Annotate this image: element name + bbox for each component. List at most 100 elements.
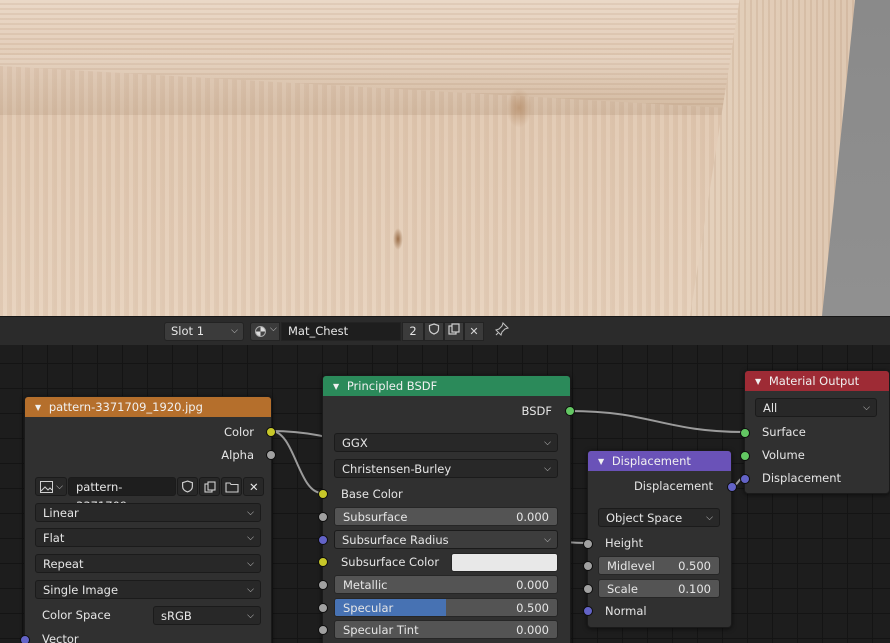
node-title: Principled BSDF — [346, 379, 438, 393]
field-label: Subsurface — [343, 510, 408, 524]
material-name-field[interactable]: Mat_Chest — [281, 322, 401, 341]
chevron-down-icon: ⌵ — [706, 513, 713, 523]
subsurface-method-value: Christensen-Burley — [342, 462, 452, 476]
collapse-triangle-icon[interactable]: ▼ — [755, 372, 761, 392]
node-header[interactable]: ▼ Principled BSDF — [323, 376, 570, 396]
projection-dropdown[interactable]: Flat ⌵ — [35, 528, 261, 547]
node-header[interactable]: ▼ Displacement — [588, 451, 731, 471]
space-dropdown[interactable]: Object Space ⌵ — [598, 508, 720, 527]
specular-field[interactable]: Specular 0.500 — [334, 598, 558, 617]
input-specular-tint-socket[interactable] — [318, 625, 328, 635]
input-surface-socket[interactable] — [740, 428, 750, 438]
field-label: Scale — [607, 582, 638, 596]
chevron-down-icon: ⌵ — [270, 324, 277, 334]
input-specular-socket[interactable] — [318, 603, 328, 613]
field-value: 0.100 — [678, 582, 711, 596]
material-slot-dropdown[interactable]: Slot 1 ⌵ — [164, 322, 244, 341]
input-volume-socket[interactable] — [740, 451, 750, 461]
image-texture-node[interactable]: ▼ pattern-3371709_1920.jpg Color Alpha ⌵… — [20, 396, 276, 643]
input-subsurface-radius-socket[interactable] — [318, 535, 328, 545]
input-base-color-socket[interactable] — [318, 489, 328, 499]
specular-tint-field[interactable]: Specular Tint 0.000 — [334, 620, 558, 639]
distribution-dropdown[interactable]: GGX ⌵ — [334, 433, 558, 452]
browse-material-button[interactable]: ⌵ — [250, 322, 280, 341]
node-title: Displacement — [611, 454, 691, 468]
input-displacement-label: Displacement — [762, 471, 842, 485]
input-subsurface-color-socket[interactable] — [318, 557, 328, 567]
wood-knot — [393, 228, 403, 250]
scale-field[interactable]: Scale 0.100 — [598, 579, 720, 598]
node-editor-header: Slot 1 ⌵ ⌵ Mat_Chest 2 ✕ — [0, 316, 890, 346]
input-subsurface-socket[interactable] — [318, 512, 328, 522]
open-image-button[interactable] — [221, 477, 242, 496]
output-alpha-socket[interactable] — [266, 450, 276, 460]
node-header[interactable]: ▼ Material Output — [745, 371, 889, 391]
close-icon: ✕ — [249, 480, 259, 494]
interpolation-dropdown[interactable]: Linear ⌵ — [35, 503, 261, 522]
output-displacement-socket[interactable] — [727, 482, 737, 492]
node-editor-canvas[interactable]: ▼ pattern-3371709_1920.jpg Color Alpha ⌵… — [0, 345, 890, 643]
chevron-down-icon: ⌵ — [247, 611, 254, 621]
input-vector-socket[interactable] — [20, 635, 30, 643]
field-value: 0.500 — [678, 559, 711, 573]
subsurface-color-swatch[interactable] — [451, 553, 558, 572]
node-title: Material Output — [768, 374, 860, 388]
color-space-dropdown[interactable]: sRGB ⌵ — [153, 606, 261, 625]
input-metallic-socket[interactable] — [318, 580, 328, 590]
chevron-down-icon: ⌵ — [863, 403, 870, 413]
image-browse-button[interactable]: ⌵ — [35, 477, 67, 496]
node-title: pattern-3371709_1920.jpg — [48, 400, 203, 414]
input-height-label: Height — [605, 536, 644, 550]
displacement-node[interactable]: ▼ Displacement Displacement Object Space… — [583, 450, 737, 628]
extension-value: Repeat — [43, 557, 84, 571]
material-output-node[interactable]: ▼ Material Output All ⌵ Surface Volume Di… — [740, 370, 890, 494]
subsurface-radius-dropdown[interactable]: Subsurface Radius ⌵ — [334, 530, 558, 549]
unlink-material-button[interactable]: ✕ — [464, 322, 484, 341]
midlevel-field[interactable]: Midlevel 0.500 — [598, 556, 720, 575]
metallic-field[interactable]: Metallic 0.000 — [334, 575, 558, 594]
collapse-triangle-icon[interactable]: ▼ — [333, 377, 339, 397]
input-height-socket[interactable] — [583, 539, 593, 549]
chevron-down-icon: ⌵ — [247, 559, 254, 569]
target-dropdown[interactable]: All ⌵ — [755, 398, 877, 417]
input-displacement-socket[interactable] — [740, 474, 750, 484]
fake-user-button[interactable] — [177, 477, 198, 496]
subsurface-field[interactable]: Subsurface 0.000 — [334, 507, 558, 526]
principled-bsdf-node[interactable]: ▼ Principled BSDF BSDF GGX ⌵ Christensen-… — [318, 375, 575, 643]
3d-viewport[interactable] — [0, 0, 890, 316]
chevron-down-icon: ⌵ — [247, 508, 254, 518]
subsurface-radius-label: Subsurface Radius — [342, 533, 449, 547]
chevron-down-icon: ⌵ — [247, 585, 254, 595]
input-scale-socket[interactable] — [583, 584, 593, 594]
link-color-to-base-color — [270, 430, 323, 494]
new-image-button[interactable] — [199, 477, 220, 496]
input-volume-label: Volume — [762, 448, 805, 462]
wood-knot — [506, 88, 532, 128]
input-midlevel-socket[interactable] — [583, 561, 593, 571]
folder-icon — [225, 482, 239, 493]
image-name-field[interactable]: pattern-3371709... — [68, 477, 176, 513]
output-color-socket[interactable] — [266, 427, 276, 437]
node-header[interactable]: ▼ pattern-3371709_1920.jpg — [25, 397, 271, 417]
pin-button[interactable] — [492, 321, 512, 341]
chevron-down-icon: ⌵ — [231, 326, 238, 336]
distribution-value: GGX — [342, 436, 368, 450]
pin-icon — [494, 321, 510, 337]
wood-chest-bevel — [0, 55, 760, 115]
image-icon — [40, 481, 53, 493]
field-value: 0.000 — [516, 578, 549, 592]
output-bsdf-socket[interactable] — [565, 406, 575, 416]
material-user-count[interactable]: 2 — [402, 322, 424, 341]
input-normal-socket[interactable] — [583, 606, 593, 616]
source-dropdown[interactable]: Single Image ⌵ — [35, 580, 261, 599]
fake-user-button[interactable] — [424, 322, 444, 341]
color-space-label: Color Space — [42, 608, 111, 622]
collapse-triangle-icon[interactable]: ▼ — [598, 452, 604, 472]
field-value: 0.000 — [516, 510, 549, 524]
unlink-image-button[interactable]: ✕ — [243, 477, 264, 496]
subsurface-method-dropdown[interactable]: Christensen-Burley ⌵ — [334, 459, 558, 478]
collapse-triangle-icon[interactable]: ▼ — [35, 398, 41, 418]
new-material-button[interactable] — [444, 322, 464, 341]
field-value: 0.500 — [516, 601, 549, 615]
extension-dropdown[interactable]: Repeat ⌵ — [35, 554, 261, 573]
